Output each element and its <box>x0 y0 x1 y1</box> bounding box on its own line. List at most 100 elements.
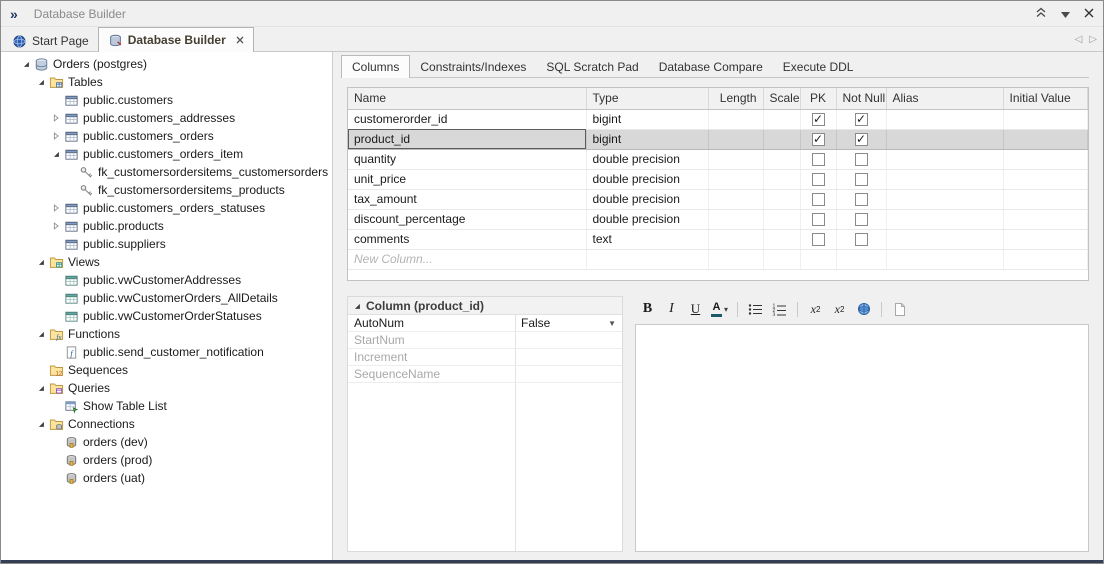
property-value-cell[interactable]: False▼ <box>515 316 622 330</box>
expand-open-icon[interactable] <box>19 59 33 69</box>
cell-scale[interactable] <box>763 129 800 149</box>
collapse-frame-icon[interactable] <box>1035 7 1047 21</box>
cell-initial-value[interactable] <box>1003 129 1088 149</box>
column-header-name[interactable]: Name <box>348 88 586 109</box>
property-row-increment[interactable]: Increment <box>348 349 622 366</box>
cell-alias[interactable] <box>886 169 1003 189</box>
italic-button[interactable]: I <box>661 299 682 319</box>
pk-checkbox[interactable] <box>812 113 825 126</box>
column-row-comments[interactable]: commentstext <box>348 229 1088 249</box>
main-tab-sql-scratch-pad[interactable]: SQL Scratch Pad <box>536 56 648 78</box>
scroll-tabs-left-icon[interactable]: ◁ <box>1075 34 1083 45</box>
empty-cell[interactable] <box>800 249 836 269</box>
cell-name[interactable]: discount_percentage <box>348 209 586 229</box>
column-header-initial-value[interactable]: Initial Value <box>1003 88 1088 109</box>
pk-checkbox[interactable] <box>812 153 825 166</box>
column-header-type[interactable]: Type <box>586 88 708 109</box>
cell-type[interactable]: bigint <box>586 129 708 149</box>
cell-scale[interactable] <box>763 229 800 249</box>
property-group-header[interactable]: Column (product_id) <box>348 297 622 315</box>
expand-open-icon[interactable] <box>34 383 48 393</box>
not-null-checkbox[interactable] <box>855 173 868 186</box>
underline-button[interactable]: U <box>685 299 706 319</box>
tree-item-connections[interactable]: Connections <box>1 415 332 433</box>
close-frame-icon[interactable] <box>1084 7 1094 21</box>
expand-open-icon[interactable] <box>352 301 362 311</box>
expand-open-icon[interactable] <box>49 149 63 159</box>
column-row-customerorder-id[interactable]: customerorder_idbigint <box>348 109 1088 129</box>
main-tab-constraints-indexes[interactable]: Constraints/Indexes <box>410 56 536 78</box>
tree-item-orders-uat[interactable]: orders (uat) <box>1 469 332 487</box>
cell-name[interactable]: quantity <box>348 149 586 169</box>
expand-closed-icon[interactable] <box>49 113 63 123</box>
cell-length[interactable] <box>708 189 763 209</box>
cell-name[interactable]: comments <box>348 229 586 249</box>
cell-scale[interactable] <box>763 109 800 129</box>
not-null-checkbox[interactable] <box>855 233 868 246</box>
pk-checkbox[interactable] <box>812 213 825 226</box>
main-tab-database-compare[interactable]: Database Compare <box>649 56 773 78</box>
column-header-alias[interactable]: Alias <box>886 88 1003 109</box>
column-header-length[interactable]: Length <box>708 88 763 109</box>
empty-cell[interactable] <box>763 249 800 269</box>
cell-scale[interactable] <box>763 149 800 169</box>
cell-alias[interactable] <box>886 129 1003 149</box>
tree-item-public-products[interactable]: public.products <box>1 217 332 235</box>
cell-type[interactable]: bigint <box>586 109 708 129</box>
tree-item-orders-postgres[interactable]: Orders (postgres) <box>1 55 332 73</box>
new-column-cell[interactable]: New Column... <box>348 249 586 269</box>
new-document-button[interactable] <box>889 299 910 319</box>
main-tab-execute-ddl[interactable]: Execute DDL <box>773 56 864 78</box>
superscript-button[interactable]: x2 <box>805 299 826 319</box>
cell-name[interactable]: product_id <box>348 129 586 149</box>
tree-item-orders-dev[interactable]: orders (dev) <box>1 433 332 451</box>
cell-initial-value[interactable] <box>1003 209 1088 229</box>
tree-item-fk-customersordersitems-customersorders[interactable]: fk_customersordersitems_customersorders <box>1 163 332 181</box>
tree-item-show-table-list[interactable]: Show Table List <box>1 397 332 415</box>
new-column-row[interactable]: New Column... <box>348 249 1088 269</box>
cell-type[interactable]: text <box>586 229 708 249</box>
tree-item-fk-customersordersitems-products[interactable]: fk_customersordersitems_products <box>1 181 332 199</box>
cell-scale[interactable] <box>763 169 800 189</box>
expand-open-icon[interactable] <box>34 257 48 267</box>
column-header-scale[interactable]: Scale <box>763 88 800 109</box>
column-header-pk[interactable]: PK <box>800 88 836 109</box>
cell-length[interactable] <box>708 169 763 189</box>
column-row-product-id[interactable]: product_idbigint <box>348 129 1088 149</box>
scroll-tabs-right-icon[interactable]: ▷ <box>1089 34 1097 45</box>
column-header-not-null[interactable]: Not Null <box>836 88 886 109</box>
not-null-checkbox[interactable] <box>855 193 868 206</box>
cell-type[interactable]: double precision <box>586 149 708 169</box>
cell-alias[interactable] <box>886 209 1003 229</box>
cell-initial-value[interactable] <box>1003 229 1088 249</box>
cell-length[interactable] <box>708 229 763 249</box>
font-color-button[interactable]: A▾ <box>709 299 730 319</box>
not-null-checkbox[interactable] <box>855 153 868 166</box>
tree-item-public-suppliers[interactable]: public.suppliers <box>1 235 332 253</box>
tree-item-queries[interactable]: Queries <box>1 379 332 397</box>
bold-button[interactable]: B <box>637 299 658 319</box>
portals-menu-icon[interactable]: » <box>10 7 18 21</box>
cell-alias[interactable] <box>886 229 1003 249</box>
tree-item-public-vwcustomeraddresses[interactable]: public.vwCustomerAddresses <box>1 271 332 289</box>
tab-database-builder[interactable]: Database Builder <box>98 27 254 52</box>
tree-item-public-send-customer-notification[interactable]: fpublic.send_customer_notification <box>1 343 332 361</box>
cell-scale[interactable] <box>763 209 800 229</box>
cell-length[interactable] <box>708 209 763 229</box>
cell-name[interactable]: unit_price <box>348 169 586 189</box>
cell-type[interactable]: double precision <box>586 169 708 189</box>
property-row-sequencename[interactable]: SequenceName <box>348 366 622 383</box>
pk-checkbox[interactable] <box>812 193 825 206</box>
cell-length[interactable] <box>708 149 763 169</box>
subscript-button[interactable]: x2 <box>829 299 850 319</box>
pk-checkbox[interactable] <box>812 133 825 146</box>
numbered-list-button[interactable]: 123 <box>769 299 790 319</box>
pk-checkbox[interactable] <box>812 233 825 246</box>
tree-item-public-customers-addresses[interactable]: public.customers_addresses <box>1 109 332 127</box>
empty-cell[interactable] <box>1003 249 1088 269</box>
tree-item-orders-prod[interactable]: orders (prod) <box>1 451 332 469</box>
tree-item-public-customers-orders-item[interactable]: public.customers_orders_item <box>1 145 332 163</box>
cell-name[interactable]: tax_amount <box>348 189 586 209</box>
pk-checkbox[interactable] <box>812 173 825 186</box>
expand-closed-icon[interactable] <box>49 203 63 213</box>
